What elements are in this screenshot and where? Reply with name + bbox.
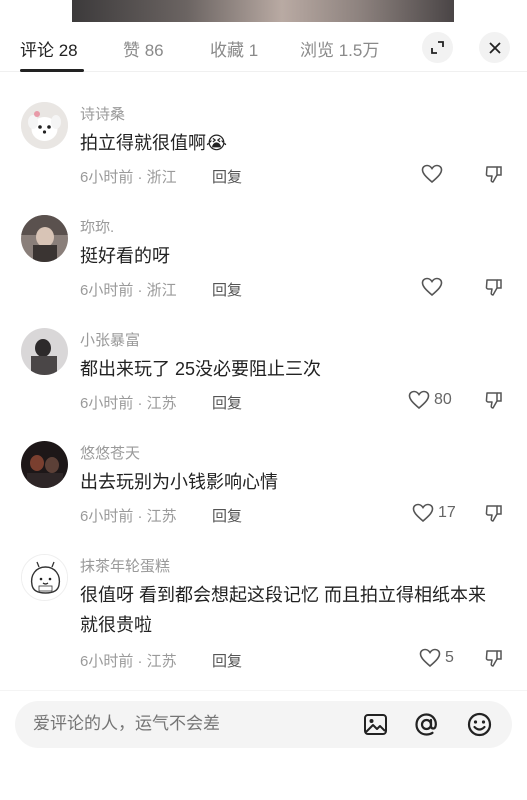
thumb-down-icon [485,505,502,522]
like-count: 17 [438,504,456,521]
like-button[interactable]: 17 [412,503,456,523]
active-tab-indicator [20,69,84,72]
thumb-down-icon [485,279,502,296]
avatar[interactable] [21,554,68,601]
comment-meta: 6小时前 · 江苏 [80,508,177,525]
commenter-name[interactable]: 小张暴富 [80,329,140,350]
avatar[interactable] [21,328,68,375]
like-count: 80 [434,391,452,408]
dislike-button[interactable] [484,164,504,189]
avatar-photo-icon [21,441,68,488]
dislike-button[interactable] [484,503,504,528]
heart-icon [421,164,443,184]
reply-button[interactable]: 回复 [212,166,242,187]
commenter-name[interactable]: 诗诗桑 [80,103,125,124]
dislike-button[interactable] [484,648,504,673]
like-button[interactable]: 5 [419,648,454,668]
avatar[interactable] [21,102,68,149]
comment-meta: 6小时前 · 浙江 [80,169,177,186]
comment-meta: 6小时前 · 浙江 [80,282,177,299]
comment-input-bar [0,690,527,800]
thumb-down-icon [485,166,502,183]
comment-text: 拍立得就很值啊😭 [80,133,228,153]
close-icon [488,41,501,54]
comment-input-container[interactable] [15,701,512,748]
at-icon[interactable] [413,711,440,738]
thumb-down-icon [485,650,502,667]
avatar[interactable] [21,215,68,262]
dislike-button[interactable] [484,277,504,302]
close-button[interactable] [479,32,510,63]
tab-comments[interactable]: 评论 28 [20,36,78,61]
tab-views[interactable]: 浏览 1.5万 [300,36,379,61]
reply-button[interactable]: 回复 [212,279,242,300]
comment-text: 挺好看的呀 [80,246,170,266]
tab-likes[interactable]: 赞 86 [123,36,164,61]
image-icon[interactable] [362,711,389,738]
like-count: 5 [445,649,454,666]
expand-button[interactable] [422,32,453,63]
emoji-icon[interactable] [466,711,493,738]
comment-tabs: 评论 28 赞 86 收藏 1 浏览 1.5万 [0,22,527,72]
comment-meta: 6小时前 · 江苏 [80,395,177,412]
comment-text: 都出来玩了 25没必要阻止三次 [80,359,322,379]
reply-button[interactable]: 回复 [212,505,242,526]
thumb-down-icon [485,392,502,409]
commenter-name[interactable]: 悠悠苍天 [80,442,140,463]
heart-icon [412,503,434,523]
comment-text: 出去玩别为小钱影响心情 [80,472,278,492]
media-preview-image [72,0,454,22]
heart-icon [421,277,443,297]
like-button[interactable]: 80 [408,390,452,410]
expand-icon [431,41,444,54]
reply-button[interactable]: 回复 [212,392,242,413]
heart-icon [408,390,430,410]
commenter-name[interactable]: 珎珎. [80,216,114,237]
comment-input[interactable] [33,714,333,734]
avatar[interactable] [21,441,68,488]
comment-text: 很值呀 看到都会想起这段记忆 而且拍立得相纸本来就很贵啦 [80,585,486,635]
like-button[interactable] [421,277,447,297]
reply-button[interactable]: 回复 [212,650,242,671]
heart-icon [419,648,441,668]
avatar-cartoon-icon [22,555,67,600]
avatar-photo-icon [21,328,68,375]
avatar-photo-icon [21,215,68,262]
avatar-dog-icon [21,102,68,149]
media-preview-strip [0,0,527,22]
comment-meta: 6小时前 · 江苏 [80,653,177,670]
dislike-button[interactable] [484,390,504,415]
tab-collections[interactable]: 收藏 1 [210,36,258,61]
commenter-name[interactable]: 抹茶年轮蛋糕 [80,555,170,576]
like-button[interactable] [421,164,447,184]
